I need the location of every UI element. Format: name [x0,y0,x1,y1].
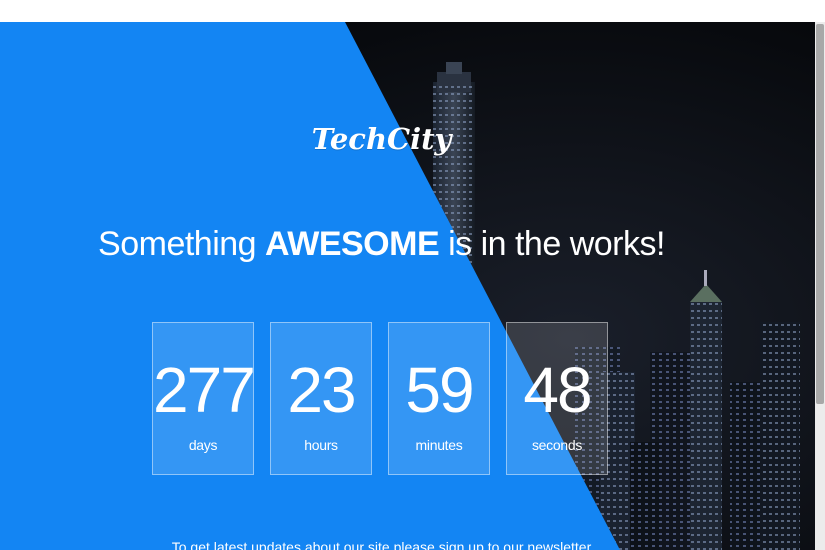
page-headline: Something AWESOME is in the works! [98,225,665,263]
countdown-timer: 277 days 23 hours 59 minutes 48 seconds [0,322,763,482]
countdown-days-label: days [188,437,218,453]
countdown-hours-label: hours [304,437,338,453]
countdown-minutes-label: minutes [415,437,463,453]
countdown-days: 277 days [152,322,256,475]
countdown-days-value: 277 [153,354,256,426]
hero-section: TechCity Something AWESOME is in the wor… [0,22,815,550]
scrollbar-thumb[interactable] [816,24,824,404]
browser-top-strip [0,0,825,22]
countdown-hours: 23 hours [270,322,372,475]
newsletter-text: To get latest updates about our site ple… [171,539,592,550]
vertical-scrollbar[interactable] [815,22,825,550]
site-logo[interactable]: TechCity [0,122,763,156]
countdown-minutes: 59 minutes [388,322,490,475]
countdown-minutes-value: 59 [405,354,474,426]
countdown-seconds: 48 seconds [506,322,608,475]
countdown-seconds-label: seconds [531,437,583,453]
countdown-seconds-value: 48 [523,354,592,426]
countdown-hours-value: 23 [287,354,356,426]
